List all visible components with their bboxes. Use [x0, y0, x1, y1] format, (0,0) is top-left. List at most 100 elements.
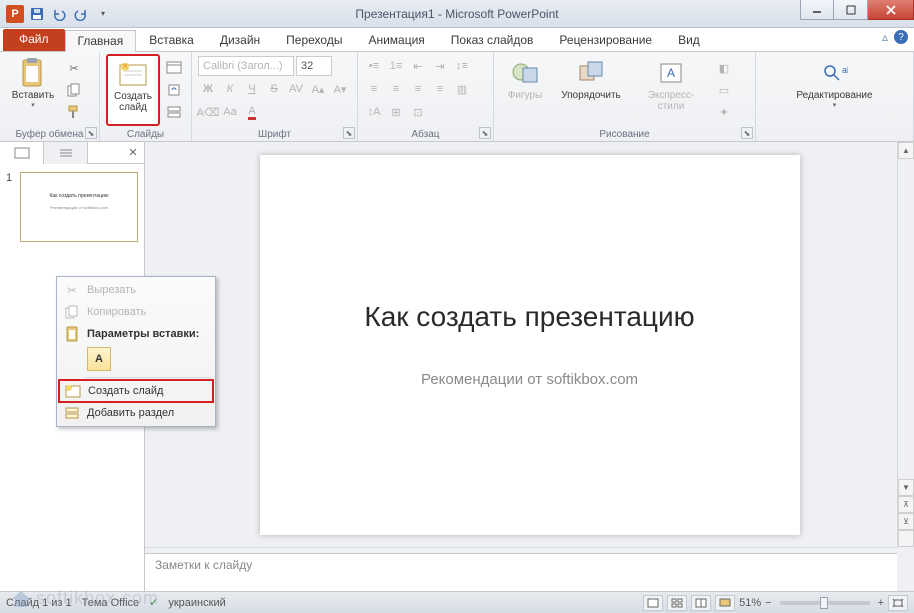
status-slide-info: Слайд 1 из 1: [6, 597, 72, 609]
shapes-button[interactable]: Фигуры: [500, 54, 550, 126]
scroll-down-icon[interactable]: ▼: [898, 479, 914, 496]
copy-icon: [63, 303, 81, 321]
sorter-view-icon[interactable]: [667, 595, 687, 611]
zoom-slider[interactable]: [780, 601, 870, 605]
slide-subtitle[interactable]: Рекомендации от softikbox.com: [421, 371, 638, 388]
notes-pane[interactable]: Заметки к слайду: [145, 553, 897, 591]
line-spacing-icon[interactable]: ↕≡: [452, 56, 472, 76]
numbering-icon[interactable]: 1≡: [386, 56, 406, 76]
help-icon[interactable]: ?: [894, 30, 908, 44]
cm-new-slide[interactable]: Создать слайд: [58, 379, 214, 403]
align-text-icon[interactable]: ⊞: [386, 102, 406, 122]
zoom-in-icon[interactable]: +: [878, 597, 884, 609]
tab-insert[interactable]: Вставка: [136, 29, 207, 51]
char-spacing-icon[interactable]: Aa: [220, 102, 240, 122]
minimize-ribbon-icon[interactable]: ▵: [882, 30, 888, 44]
group-clipboard: Вставить ▾ ✂ Буфер обмена ⬊: [0, 52, 100, 141]
paragraph-launcher[interactable]: ⬊: [479, 127, 491, 139]
indent-inc-icon[interactable]: ⇥: [430, 56, 450, 76]
paste-button[interactable]: Вставить ▾: [6, 54, 60, 126]
shrink-font-icon[interactable]: A▾: [330, 79, 350, 99]
cut-icon[interactable]: ✂: [64, 58, 84, 78]
qat-more-icon[interactable]: ▾: [92, 3, 114, 25]
drawing-launcher[interactable]: ⬊: [741, 127, 753, 139]
format-painter-icon[interactable]: [64, 102, 84, 122]
grow-font-icon[interactable]: A▴: [308, 79, 328, 99]
redo-icon[interactable]: [70, 3, 92, 25]
new-slide-button[interactable]: Создать слайд: [106, 54, 160, 126]
app-icon[interactable]: P: [4, 3, 26, 25]
paste-option-keep-source[interactable]: A: [87, 347, 111, 371]
tab-design[interactable]: Дизайн: [207, 29, 273, 51]
statusbar: Слайд 1 из 1 Тема Office ✓ украинский 51…: [0, 591, 914, 613]
shape-outline-icon[interactable]: ▭: [714, 80, 734, 100]
close-button[interactable]: [868, 0, 914, 20]
minimize-button[interactable]: [800, 0, 834, 20]
cm-copy[interactable]: Копировать: [59, 301, 213, 323]
scissors-icon: ✂: [63, 281, 81, 299]
slide-thumbnail[interactable]: Как создать презентацию Рекомендации от …: [20, 172, 138, 242]
font-color-icon[interactable]: A: [242, 102, 262, 122]
vertical-scrollbar[interactable]: ▲ ▼ ⊼ ⊻: [897, 142, 914, 547]
slideshow-view-icon[interactable]: [715, 595, 735, 611]
next-slide-icon[interactable]: ⊻: [898, 513, 914, 530]
strike-icon[interactable]: S: [264, 79, 284, 99]
shadow-icon[interactable]: AV: [286, 79, 306, 99]
layout-icon[interactable]: [164, 58, 184, 78]
status-spellcheck-icon[interactable]: ✓: [149, 596, 158, 609]
close-panel-icon[interactable]: ✕: [122, 142, 144, 164]
shape-fill-icon[interactable]: ◧: [714, 58, 734, 78]
zoom-out-icon[interactable]: −: [765, 597, 771, 609]
file-tab[interactable]: Файл: [3, 29, 65, 51]
cm-cut[interactable]: ✂ Вырезать: [59, 279, 213, 301]
reset-icon[interactable]: [164, 80, 184, 100]
clear-format-icon[interactable]: A⌫: [198, 102, 218, 122]
normal-view-icon[interactable]: [643, 595, 663, 611]
status-language[interactable]: украинский: [168, 597, 225, 609]
slides-tab[interactable]: [0, 142, 44, 164]
align-left-icon[interactable]: ≡: [364, 79, 384, 99]
justify-icon[interactable]: ≡: [430, 79, 450, 99]
font-name-select[interactable]: Calibri (Загол...): [198, 56, 294, 76]
thumb-number: 1: [6, 172, 16, 242]
quick-styles-button[interactable]: A Экспресс-стили: [632, 54, 710, 126]
text-direction-icon[interactable]: ↕A: [364, 102, 384, 122]
section-icon[interactable]: [164, 102, 184, 122]
slide-canvas[interactable]: Как создать презентацию Рекомендации от …: [260, 155, 800, 535]
editing-button[interactable]: ab Редактирование ▾: [785, 54, 885, 126]
maximize-button[interactable]: [834, 0, 868, 20]
find-icon: ab: [819, 57, 851, 89]
copy-icon[interactable]: [64, 80, 84, 100]
font-launcher[interactable]: ⬊: [343, 127, 355, 139]
zoom-percent[interactable]: 51%: [739, 597, 761, 609]
align-right-icon[interactable]: ≡: [408, 79, 428, 99]
clipboard-launcher[interactable]: ⬊: [85, 127, 97, 139]
save-icon[interactable]: [26, 3, 48, 25]
cm-add-section[interactable]: Добавить раздел: [59, 402, 213, 424]
font-size-select[interactable]: 32: [296, 56, 332, 76]
undo-icon[interactable]: [48, 3, 70, 25]
shape-effects-icon[interactable]: ✦: [714, 102, 734, 122]
prev-slide-icon[interactable]: ⊼: [898, 496, 914, 513]
tab-home[interactable]: Главная: [65, 30, 137, 52]
scroll-up-icon[interactable]: ▲: [898, 142, 914, 159]
columns-icon[interactable]: ▥: [452, 79, 472, 99]
slide-title[interactable]: Как создать презентацию: [364, 301, 694, 333]
align-center-icon[interactable]: ≡: [386, 79, 406, 99]
tab-view[interactable]: Вид: [665, 29, 713, 51]
smartart-icon[interactable]: ⊡: [408, 102, 428, 122]
reading-view-icon[interactable]: [691, 595, 711, 611]
arrange-button[interactable]: Упорядочить: [554, 54, 628, 126]
italic-icon[interactable]: К: [220, 79, 240, 99]
fit-window-icon[interactable]: [888, 595, 908, 611]
tab-slideshow[interactable]: Показ слайдов: [438, 29, 547, 51]
tab-transitions[interactable]: Переходы: [273, 29, 355, 51]
bold-icon[interactable]: Ж: [198, 79, 218, 99]
tab-animation[interactable]: Анимация: [355, 29, 437, 51]
tab-review[interactable]: Рецензирование: [546, 29, 665, 51]
bullets-icon[interactable]: •≡: [364, 56, 384, 76]
outline-tab[interactable]: [44, 142, 88, 164]
window-title: Презентация1 - Microsoft PowerPoint: [0, 7, 914, 21]
underline-icon[interactable]: Ч: [242, 79, 262, 99]
indent-dec-icon[interactable]: ⇤: [408, 56, 428, 76]
